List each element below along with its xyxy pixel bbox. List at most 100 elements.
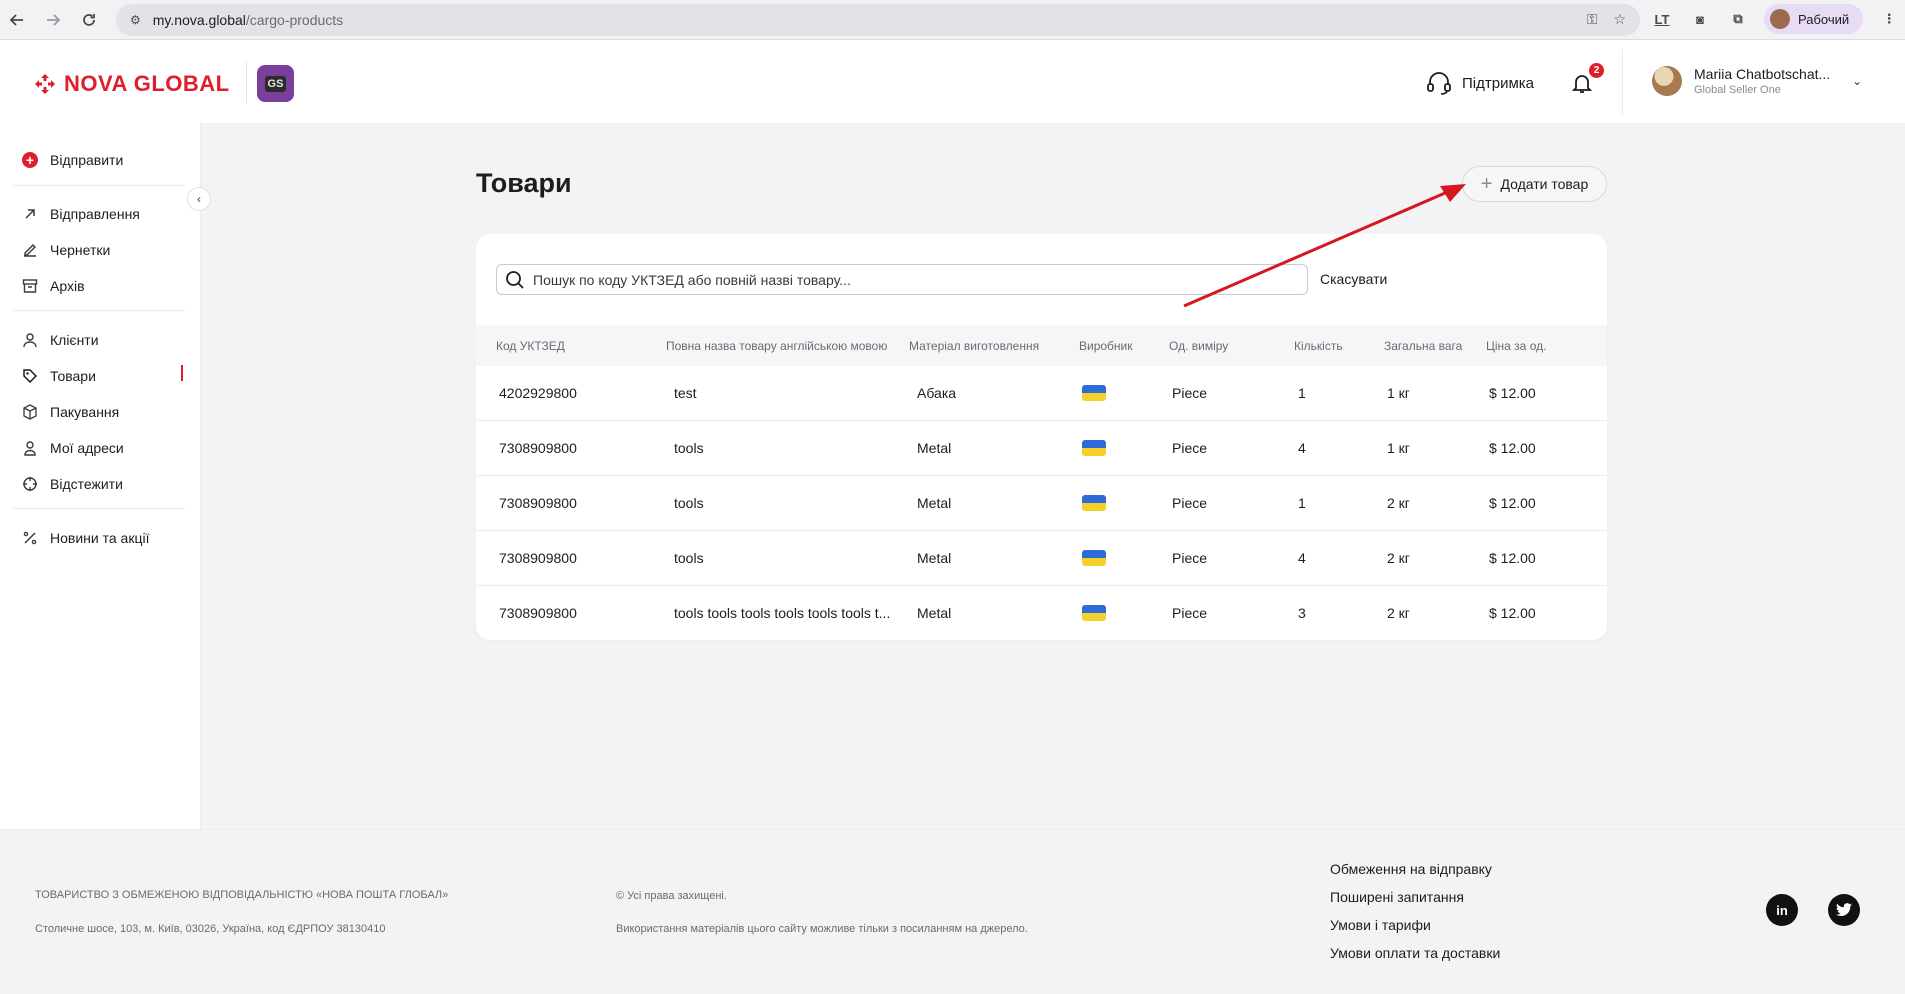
extensions-icon[interactable]: ⧉ [1726, 7, 1750, 31]
user-avatar [1652, 66, 1682, 96]
star-icon[interactable]: ☆ [1613, 11, 1626, 28]
footer-link-terms[interactable]: Умови і тарифи [1330, 917, 1431, 933]
sidebar-item-news[interactable]: Новини та акції [22, 527, 149, 549]
cell-code: 7308909800 [499, 605, 577, 621]
cell-weight: 2 кг [1387, 550, 1410, 566]
sidebar-item-label: Архів [50, 278, 85, 294]
chevron-down-icon: ⌄ [1852, 74, 1863, 88]
table-row[interactable]: 7308909800 tools tools tools tools tools… [476, 586, 1607, 640]
sidebar-item-products[interactable]: Товари [22, 365, 96, 387]
address-icon [22, 440, 38, 456]
profile-button[interactable]: Рабочий [1764, 4, 1864, 34]
site-settings-icon[interactable]: ⚙ [130, 13, 141, 27]
sidebar-item-drafts[interactable]: Чернетки [22, 239, 110, 261]
forward-icon[interactable] [36, 3, 70, 37]
sidebar-divider [12, 310, 185, 311]
column-header: Ціна за од. [1486, 339, 1547, 353]
search-box [496, 264, 1308, 295]
sidebar-item-packaging[interactable]: Пакування [22, 401, 119, 423]
crosshair-icon [22, 476, 38, 492]
user-name: Mariia Chatbotschat... [1694, 66, 1831, 82]
cell-price: $ 12.00 [1489, 495, 1536, 511]
back-icon[interactable] [0, 3, 34, 37]
menu-dots-icon[interactable]: ⋮ [1877, 7, 1901, 31]
user-role: Global Seller One [1694, 84, 1781, 96]
table-row[interactable]: 4202929800 test Абака Piece 1 1 кг $ 12.… [476, 366, 1607, 421]
cell-name: tools [674, 440, 704, 456]
percent-icon [22, 530, 38, 546]
sidebar-divider [12, 185, 185, 186]
table-header: Код УКТЗЕД Повна назва товару англійсько… [476, 325, 1607, 366]
sidebar-item-archive[interactable]: Архів [22, 275, 85, 297]
twitter-icon[interactable] [1828, 894, 1860, 926]
headset-icon [1427, 72, 1451, 95]
cell-quantity: 4 [1298, 440, 1306, 456]
add-product-button[interactable]: + Додати товар [1462, 166, 1607, 202]
footer-address: Столичне шосе, 103, м. Київ, 03026, Укра… [35, 923, 386, 935]
sidebar-item-label: Товари [50, 368, 96, 384]
sidebar-item-clients[interactable]: Клієнти [22, 329, 99, 351]
search-icon [506, 270, 524, 289]
sidebar-collapse-button[interactable]: ‹ [187, 187, 211, 211]
sidebar-item-shipments[interactable]: Відправлення [22, 203, 140, 225]
footer: ТОВАРИСТВО З ОБМЕЖЕНОЮ ВІДПОВІДАЛЬНІСТЮ … [0, 829, 1905, 994]
cancel-search-link[interactable]: Скасувати [1320, 271, 1387, 287]
sidebar-item-label: Клієнти [50, 332, 99, 348]
cell-unit: Piece [1172, 495, 1208, 511]
sidebar-item-label: Пакування [50, 404, 120, 420]
browser-toolbar: ⚙ my.nova.global/cargo-products ⚿ ☆ LT ◙… [0, 0, 1905, 40]
table-row[interactable]: 7308909800 tools Metal Piece 4 2 кг $ 12… [476, 531, 1607, 586]
cell-name: tools [674, 495, 704, 511]
column-header: Виробник [1079, 339, 1133, 353]
search-input[interactable] [533, 271, 1303, 288]
reload-icon[interactable] [72, 3, 106, 37]
column-header: Код УКТЗЕД [496, 339, 565, 353]
users-icon [22, 332, 38, 348]
address-bar[interactable]: ⚙ my.nova.global/cargo-products ⚿ ☆ [116, 4, 1640, 36]
cell-quantity: 4 [1298, 550, 1306, 566]
cell-unit: Piece [1172, 550, 1208, 566]
sidebar-send-button[interactable]: + Відправити [22, 149, 123, 171]
footer-link-faq[interactable]: Поширені запитання [1330, 889, 1464, 905]
sidebar-item-track[interactable]: Відстежити [22, 473, 123, 495]
footer-link-payment[interactable]: Умови оплати та доставки [1330, 945, 1500, 961]
table-row[interactable]: 7308909800 tools Metal Piece 1 2 кг $ 12… [476, 476, 1607, 531]
user-menu[interactable]: Mariia Chatbotschat... Global Seller One… [1652, 66, 1862, 96]
cell-material: Metal [917, 605, 952, 621]
table-row[interactable]: 7308909800 tools Metal Piece 4 1 кг $ 12… [476, 421, 1607, 476]
twitter-bird-icon [1836, 903, 1852, 917]
key-icon[interactable]: ⚿ [1587, 11, 1598, 28]
sidebar-item-addresses[interactable]: Мої адреси [22, 437, 124, 459]
ukraine-flag-icon [1082, 495, 1106, 511]
cell-quantity: 1 [1298, 385, 1306, 401]
linkedin-icon[interactable]: in [1766, 894, 1798, 926]
sidebar-divider [12, 508, 185, 509]
plus-icon: + [1480, 173, 1493, 195]
tag-icon [22, 368, 38, 384]
ukraine-flag-icon [1082, 385, 1106, 401]
cell-unit: Piece [1172, 605, 1208, 621]
cell-material: Абака [917, 385, 957, 401]
cell-code: 7308909800 [499, 495, 577, 511]
cell-weight: 2 кг [1387, 495, 1410, 511]
global-seller-badge[interactable]: GS [257, 65, 294, 102]
camera-icon[interactable]: ◙ [1688, 7, 1712, 31]
footer-usage: Використання матеріалів цього сайту можл… [616, 923, 1028, 935]
cell-price: $ 12.00 [1489, 385, 1536, 401]
cell-price: $ 12.00 [1489, 440, 1536, 456]
support-label: Підтримка [1462, 74, 1535, 92]
column-header: Повна назва товару англійською мовою [666, 339, 888, 353]
footer-link-restrictions[interactable]: Обмеження на відправку [1330, 861, 1492, 877]
sidebar-item-label: Мої адреси [50, 440, 124, 456]
arrow-up-right-icon [22, 206, 38, 222]
nova-global-logo[interactable]: NOVA GLOBAL [34, 71, 230, 97]
ukraine-flag-icon [1082, 440, 1106, 456]
footer-rights: © Усі права захищені. [616, 890, 727, 902]
extension-lt-icon[interactable]: LT [1650, 7, 1674, 31]
sidebar-item-label: Відстежити [50, 476, 123, 492]
cell-name: test [674, 385, 697, 401]
ukraine-flag-icon [1082, 550, 1106, 566]
cell-code: 7308909800 [499, 550, 577, 566]
profile-avatar [1770, 9, 1790, 29]
support-link[interactable]: Підтримка [1426, 71, 1534, 95]
